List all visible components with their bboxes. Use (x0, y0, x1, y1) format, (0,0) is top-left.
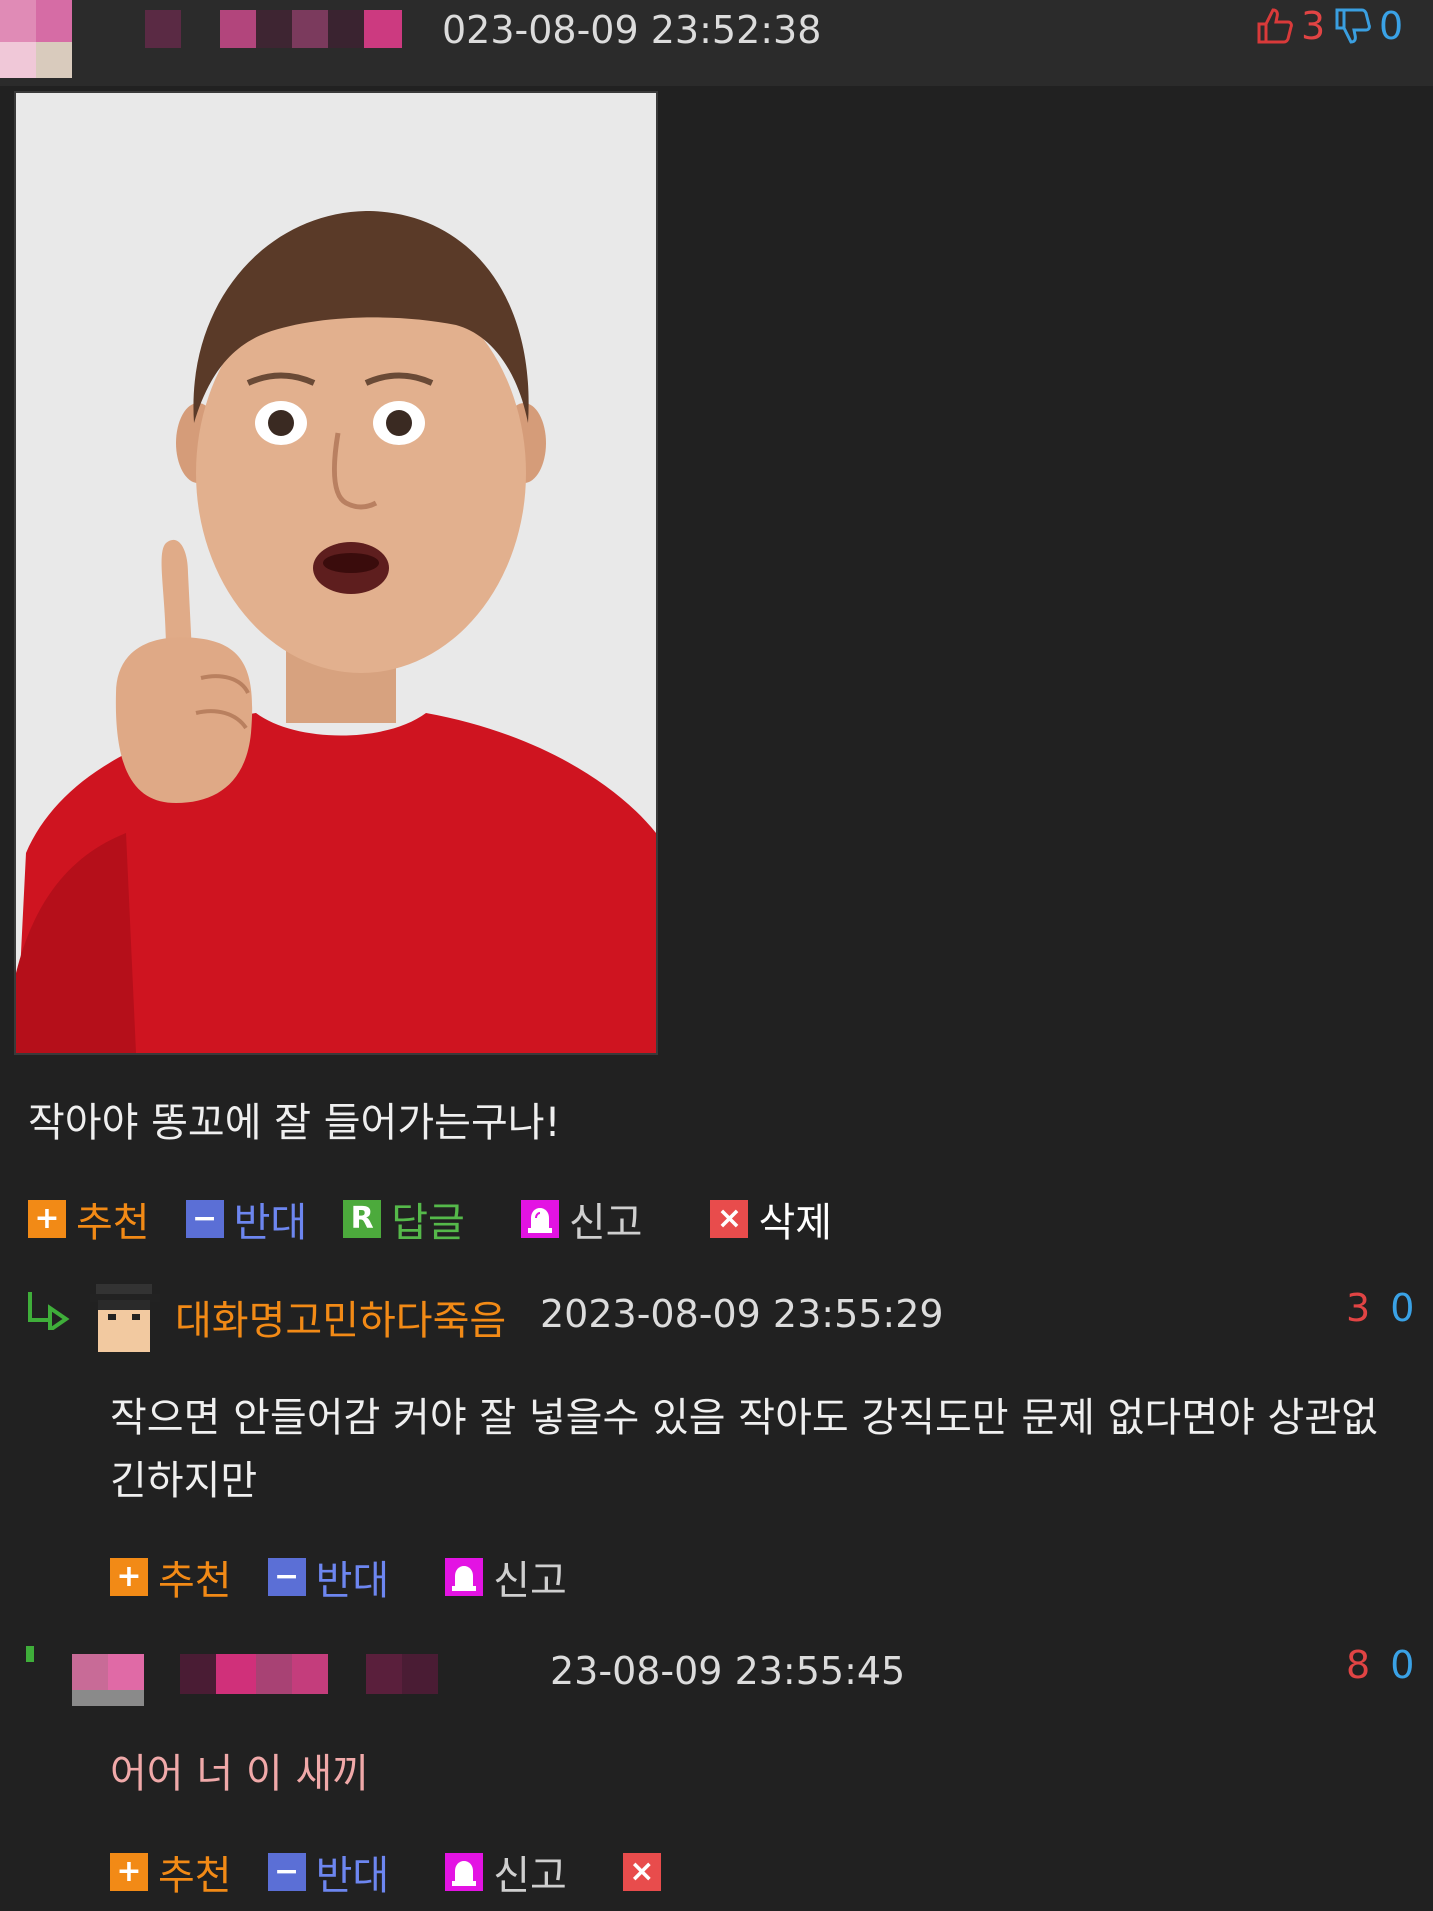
recommend-label: 추천 (76, 1200, 150, 1246)
minus-icon: − (185, 1200, 224, 1238)
reply-arrow-icon (26, 1290, 70, 1334)
upvote-count[interactable]: 8 (1346, 1643, 1370, 1687)
reply-vote-counts: 3 0 (1346, 1286, 1414, 1330)
downvote-count: 0 (1379, 4, 1404, 48)
reply-text: 어어 너 이 새끼 (110, 1751, 369, 1797)
oppose-button[interactable]: − 반대 (185, 1190, 308, 1248)
recommend-button[interactable]: + 추천 (110, 1843, 232, 1901)
reply-timestamp: 2023-08-09 23:55:29 (540, 1292, 944, 1336)
plus-icon: + (110, 1558, 148, 1596)
recommend-label: 추천 (158, 1558, 232, 1604)
avatar[interactable] (0, 0, 75, 86)
report-button[interactable]: 신고 (445, 1843, 567, 1901)
oppose-button[interactable]: − 반대 (267, 1548, 390, 1606)
siren-icon (445, 1558, 484, 1596)
plus-icon: + (110, 1853, 148, 1891)
reply-timestamp: 23-08-09 23:55:45 (550, 1649, 906, 1693)
thumbs-up-icon[interactable] (1255, 6, 1295, 46)
report-label: 신고 (493, 1558, 567, 1604)
reply-text: 작으면 안들어감 커야 잘 넣을수 있음 작아도 강직도만 문제 없다면야 상관… (110, 1395, 1378, 1504)
recommend-button[interactable]: + 추천 (110, 1548, 232, 1606)
downvote-count[interactable]: 0 (1390, 1286, 1414, 1330)
delete-label: 삭제 (758, 1200, 833, 1246)
reply-actions: + 추천 − 반대 신고 (110, 1548, 603, 1606)
reply-arrow-icon (26, 1646, 34, 1662)
reply-label: 답글 (391, 1200, 465, 1246)
plus-icon: + (28, 1200, 66, 1238)
delete-button[interactable]: × (622, 1853, 671, 1891)
avatar[interactable] (90, 1280, 160, 1352)
report-button[interactable]: 신고 (445, 1548, 567, 1606)
close-icon: × (710, 1200, 749, 1238)
avatar[interactable] (72, 1652, 162, 1710)
recommend-label: 추천 (158, 1853, 232, 1899)
boy-photo (16, 93, 656, 1053)
comment-actions: + 추천 − 반대 R 답글 신고 × 삭제 (28, 1190, 868, 1248)
thumbs-down-icon[interactable] (1333, 6, 1373, 46)
downvote-count[interactable]: 0 (1390, 1643, 1414, 1687)
downvote[interactable]: 0 (1333, 4, 1403, 48)
reply-r-icon: R (343, 1200, 382, 1238)
nickname-redacted[interactable] (110, 10, 440, 48)
siren-icon (520, 1200, 559, 1238)
report-button[interactable]: 신고 (520, 1190, 643, 1248)
minus-icon: − (267, 1558, 306, 1596)
comment-timestamp: 023-08-09 23:52:38 (442, 8, 822, 52)
oppose-label: 반대 (315, 1853, 390, 1899)
close-icon: × (622, 1853, 661, 1891)
upvote[interactable]: 3 (1255, 4, 1325, 48)
attached-photo[interactable] (14, 91, 658, 1055)
oppose-label: 반대 (315, 1558, 390, 1604)
report-label: 신고 (493, 1853, 567, 1899)
siren-icon (445, 1853, 484, 1891)
report-label: 신고 (568, 1200, 643, 1246)
reply-vote-counts: 8 0 (1346, 1643, 1414, 1687)
nickname-redacted[interactable] (180, 1654, 540, 1694)
upvote-count[interactable]: 3 (1346, 1286, 1370, 1330)
reply-nickname[interactable]: 대화명고민하다죽음 (175, 1288, 506, 1346)
minus-icon: − (267, 1853, 306, 1891)
delete-button[interactable]: × 삭제 (710, 1190, 832, 1248)
oppose-button[interactable]: − 반대 (267, 1843, 390, 1901)
comment-header: 023-08-09 23:52:38 3 0 (0, 0, 1433, 86)
oppose-label: 반대 (233, 1200, 308, 1246)
comment-text: 작아야 똥꼬에 잘 들어가는구나! (28, 1100, 561, 1146)
reply-actions: + 추천 − 반대 신고 × (110, 1843, 707, 1901)
reply-button[interactable]: R 답글 (343, 1190, 465, 1248)
upvote-count: 3 (1301, 4, 1326, 48)
recommend-button[interactable]: + 추천 (28, 1190, 150, 1248)
